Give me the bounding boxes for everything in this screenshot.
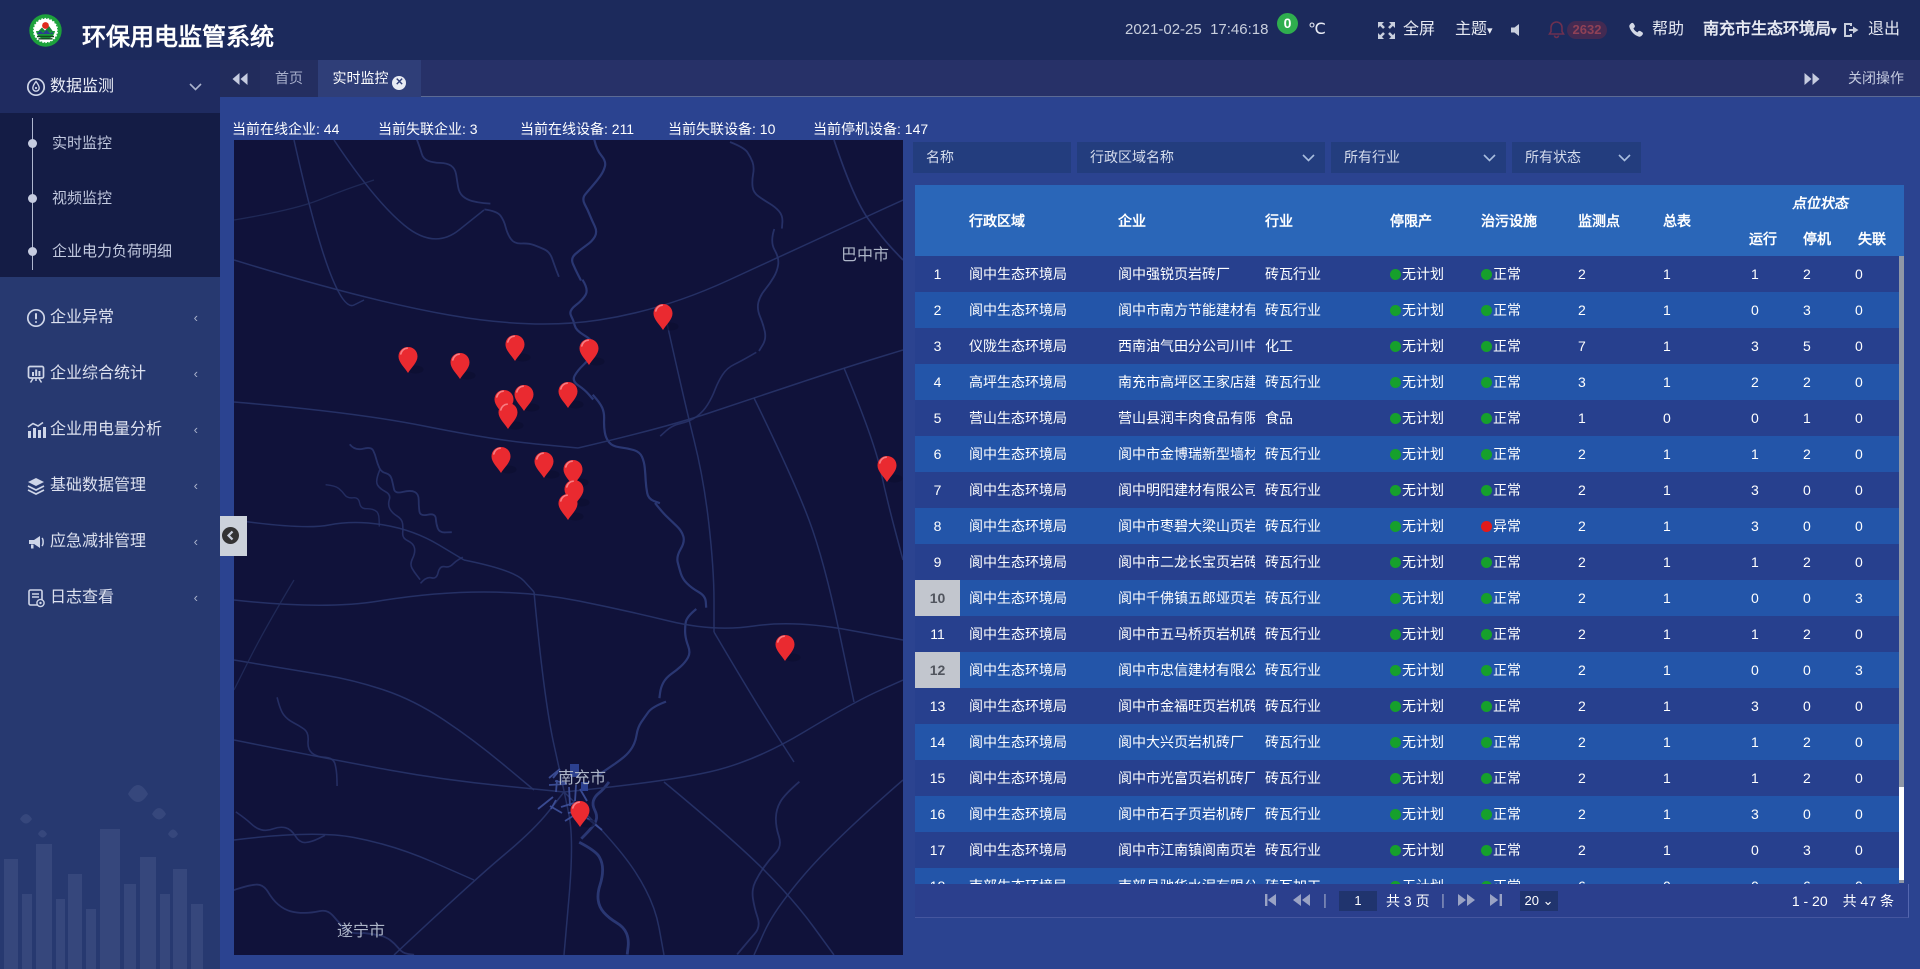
svg-text:遂宁市: 遂宁市 bbox=[337, 922, 385, 940]
svg-text:巴中市: 巴中市 bbox=[841, 246, 889, 264]
svg-text:南充市: 南充市 bbox=[558, 769, 606, 787]
